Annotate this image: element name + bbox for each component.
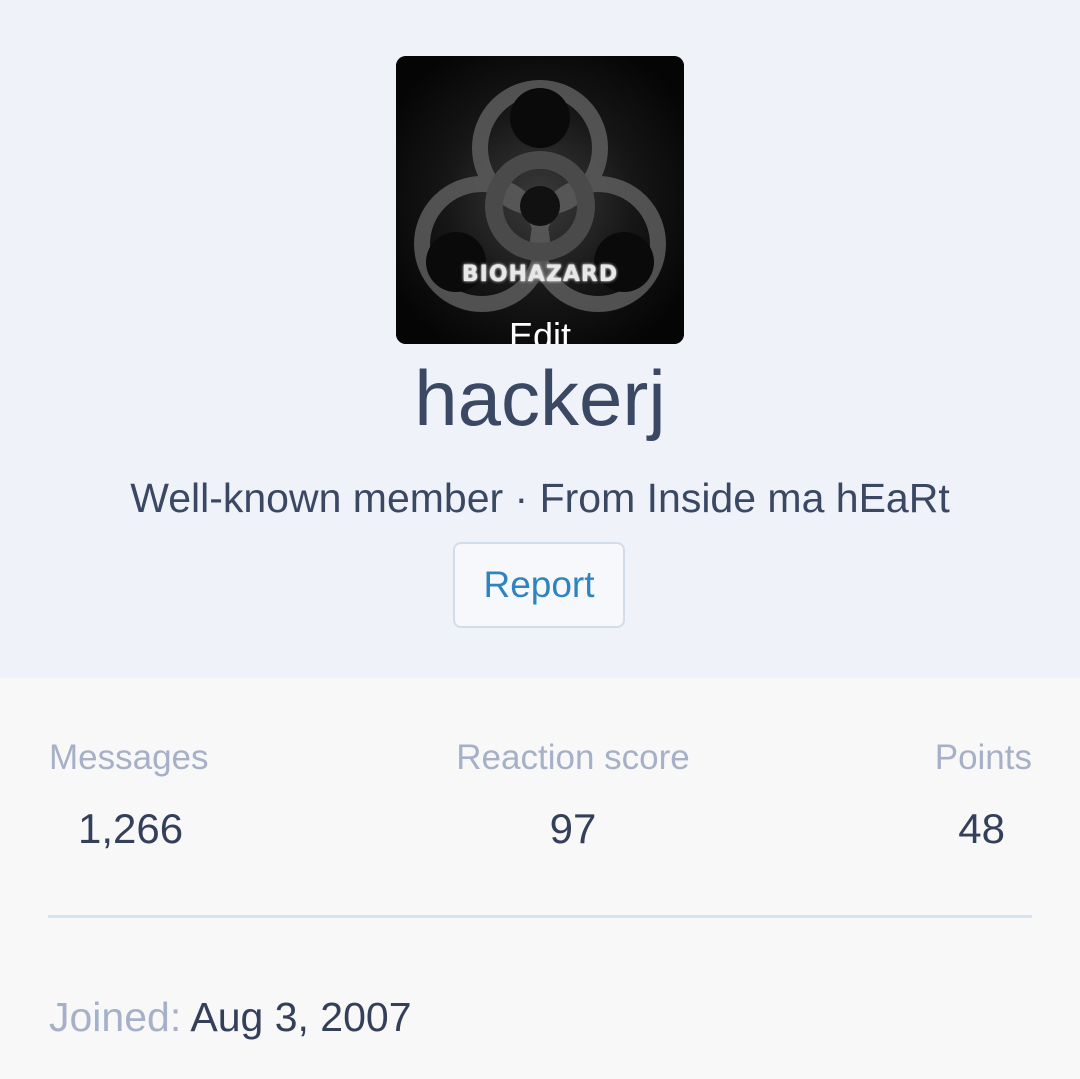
member-profile-card: BIOHAZARD Edit hackerj Well-known member… [0,0,1080,1079]
stat-points: Points 48 [870,736,1032,854]
report-button[interactable]: Report [453,542,625,628]
stat-label: Points [934,738,1032,777]
stat-value[interactable]: 48 [870,804,1032,854]
stat-value[interactable]: 1,266 [49,804,309,854]
divider [48,915,1032,918]
joined-date: Aug 3, 2007 [190,994,412,1040]
stat-reaction-score: Reaction score 97 [430,736,716,854]
avatar[interactable]: BIOHAZARD Edit [396,56,684,344]
avatar-edit-link[interactable]: Edit [396,318,684,345]
user-title: Well-known member · From Inside ma hEaRt [130,475,950,521]
stat-value[interactable]: 97 [430,804,716,854]
avatar-banner-text: BIOHAZARD [461,262,619,287]
stat-label: Messages [49,738,209,777]
profile-header: BIOHAZARD Edit hackerj Well-known member… [0,0,1080,678]
username[interactable]: hackerj [0,356,1080,440]
biohazard-icon [396,56,684,344]
stat-messages: Messages 1,266 [49,736,309,854]
joined-info: Joined: Aug 3, 2007 [49,992,412,1042]
stat-label: Reaction score [456,738,690,777]
joined-label: Joined: [49,994,182,1040]
